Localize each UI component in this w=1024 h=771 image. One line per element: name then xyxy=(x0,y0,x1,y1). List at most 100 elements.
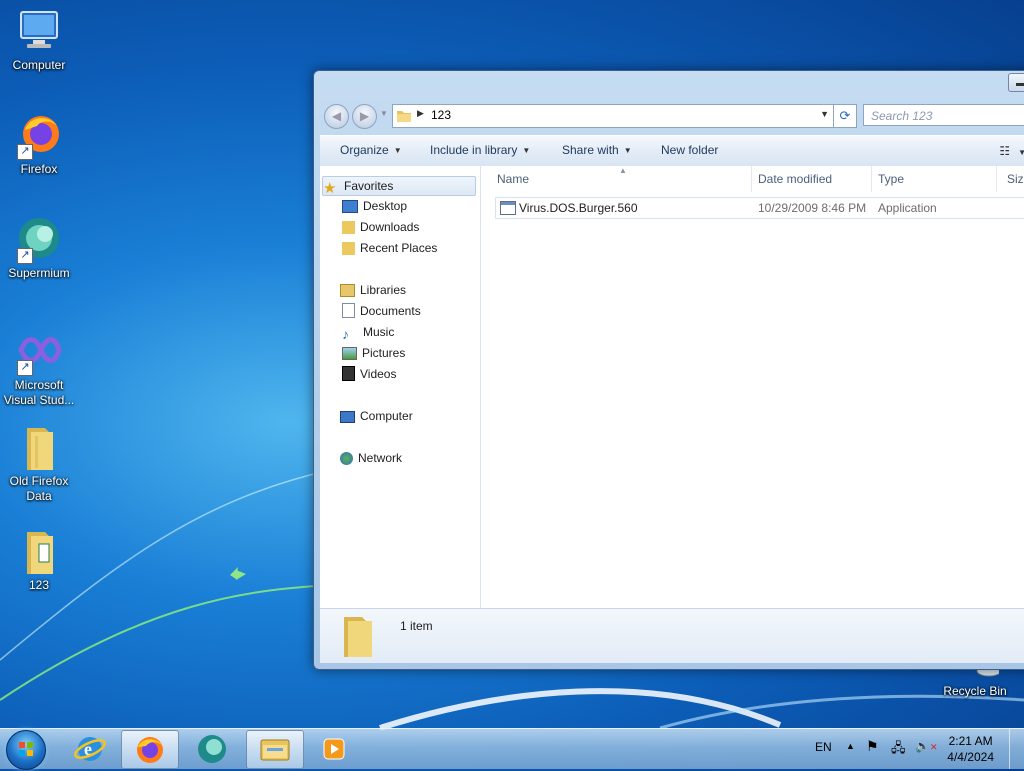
column-header-label: Size xyxy=(1007,172,1024,186)
recent-pages-dropdown-icon[interactable]: ▼ xyxy=(380,109,388,118)
folder-icon xyxy=(27,532,53,574)
column-header-size[interactable]: Size xyxy=(997,166,1024,192)
internet-explorer-icon: e xyxy=(74,737,106,761)
content-area: ★ Favorites Desktop Downloads Recent Plac… xyxy=(320,166,1024,609)
taskbar-windows-explorer[interactable] xyxy=(246,730,304,769)
chevron-down-icon: ▼ xyxy=(522,146,531,155)
nav-item-downloads[interactable]: Downloads xyxy=(342,218,419,236)
recent-places-icon xyxy=(342,242,355,255)
desktop-icon-label: Microsoft Visual Stud... xyxy=(3,378,75,407)
folder-icon xyxy=(344,617,372,657)
nav-item-desktop[interactable]: Desktop xyxy=(342,197,407,215)
network-status-icon[interactable]: 🖧 xyxy=(891,739,906,761)
minimize-button[interactable] xyxy=(1008,73,1024,92)
refresh-button[interactable]: ⟳ xyxy=(833,104,857,128)
column-header-name[interactable]: Name ▲ xyxy=(481,166,752,192)
file-type: Application xyxy=(878,201,937,215)
shortcut-arrow-icon: ↗ xyxy=(17,360,33,376)
change-view-button[interactable]: ☷ ▼ xyxy=(999,144,1024,158)
new-folder-button[interactable]: New folder xyxy=(661,143,718,157)
desktop-icon-visual-studio[interactable]: ↗ Microsoft Visual Stud... xyxy=(1,328,77,408)
taskbar: e EN ▲ ⚑ 🖧 🔈✕ 2:21 AM 4/4/2024 xyxy=(0,728,1024,770)
language-indicator[interactable]: EN xyxy=(815,740,832,754)
explorer-window[interactable]: ◀ ▶ ▼ ▶ 123 ▼ ⟳ Search 123 Organize ▼ Inc… xyxy=(313,70,1024,670)
file-list[interactable]: Name ▲ Date modified Type Size Virus.DOS… xyxy=(481,166,1024,609)
desktop-icon-label: 123 xyxy=(28,578,50,592)
nav-item-label: Documents xyxy=(360,304,421,318)
taskbar-internet-explorer[interactable]: e xyxy=(62,730,118,767)
file-row[interactable]: Virus.DOS.Burger.560 10/29/2009 8:46 PM … xyxy=(495,197,1024,219)
shortcut-arrow-icon: ↗ xyxy=(17,144,33,160)
desktop-icon-label: Old Firefox Data xyxy=(9,474,69,503)
music-icon: ♪ xyxy=(342,326,349,342)
nav-item-network[interactable]: Network xyxy=(340,449,402,467)
share-with-button[interactable]: Share with ▼ xyxy=(562,143,632,157)
clock-date: 4/4/2024 xyxy=(947,750,994,764)
start-button[interactable] xyxy=(6,730,46,770)
nav-item-pictures[interactable]: Pictures xyxy=(342,344,405,362)
videos-icon xyxy=(342,366,355,381)
desktop-icon-123[interactable]: 123 xyxy=(1,528,77,593)
volume-muted-icon[interactable]: 🔈✕ xyxy=(915,739,938,753)
nav-item-label: Pictures xyxy=(362,346,406,360)
desktop-icon-old-firefox-data[interactable]: Old Firefox Data xyxy=(1,424,77,504)
title-bar[interactable] xyxy=(314,71,1024,99)
sort-ascending-icon: ▲ xyxy=(619,166,627,175)
computer-icon xyxy=(340,411,355,423)
nav-item-libraries[interactable]: Libraries xyxy=(340,281,406,299)
chevron-down-icon: ▼ xyxy=(623,146,632,155)
desktop-icon-label: Supermium xyxy=(8,266,70,280)
action-center-flag-icon[interactable]: ⚑ xyxy=(866,738,879,755)
taskbar-firefox[interactable] xyxy=(121,730,179,769)
breadcrumb-separator-icon[interactable]: ▶ xyxy=(417,108,424,119)
taskbar-media-player[interactable] xyxy=(306,730,362,767)
forward-button[interactable]: ▶ xyxy=(352,104,377,129)
include-in-library-button[interactable]: Include in library ▼ xyxy=(430,143,530,157)
shortcut-arrow-icon: ↗ xyxy=(17,248,33,264)
computer-icon xyxy=(20,11,58,48)
supermium-icon xyxy=(198,735,226,763)
nav-item-documents[interactable]: Documents xyxy=(342,302,421,320)
nav-item-music[interactable]: ♪ Music xyxy=(342,323,394,341)
file-date-modified: 10/29/2009 8:46 PM xyxy=(758,201,867,215)
clock-time: 2:21 AM xyxy=(948,734,993,748)
taskbar-supermium[interactable] xyxy=(184,730,240,767)
nav-item-label: Computer xyxy=(360,409,413,423)
column-header-type[interactable]: Type xyxy=(872,166,997,192)
system-clock[interactable]: 2:21 AM 4/4/2024 xyxy=(947,733,994,765)
chevron-down-icon: ▼ xyxy=(1018,148,1024,157)
show-hidden-icons-button[interactable]: ▲ xyxy=(846,741,855,751)
address-dropdown-icon[interactable]: ▼ xyxy=(820,109,829,119)
details-pane: 1 item xyxy=(320,608,1024,663)
navigation-pane[interactable]: ★ Favorites Desktop Downloads Recent Plac… xyxy=(320,166,481,609)
show-desktop-button[interactable] xyxy=(1009,729,1024,769)
documents-icon xyxy=(342,303,355,318)
organize-label: Organize xyxy=(340,143,389,157)
desktop-icon-label: Recycle Bin xyxy=(943,684,1007,698)
nav-item-videos[interactable]: Videos xyxy=(342,365,396,383)
libraries-icon xyxy=(340,284,355,297)
navigation-bar: ◀ ▶ ▼ ▶ 123 ▼ ⟳ Search 123 xyxy=(322,103,1024,129)
breadcrumb-item[interactable]: 123 xyxy=(431,108,451,122)
desktop-icon-supermium[interactable]: ↗ Supermium xyxy=(1,216,77,281)
column-header-date-modified[interactable]: Date modified xyxy=(752,166,872,192)
nav-item-computer[interactable]: Computer xyxy=(340,407,413,425)
column-header-label: Date modified xyxy=(758,172,833,186)
organize-button[interactable]: Organize ▼ xyxy=(340,143,402,157)
desktop-icon-label: Computer xyxy=(12,58,66,72)
desktop-icon xyxy=(342,200,358,213)
desktop-icon-computer[interactable]: Computer xyxy=(1,8,77,73)
nav-item-label: Desktop xyxy=(363,199,408,213)
back-button[interactable]: ◀ xyxy=(324,104,349,129)
nav-item-label: Videos xyxy=(360,367,397,381)
nav-item-favorites[interactable]: ★ Favorites xyxy=(322,176,476,196)
nav-item-recent-places[interactable]: Recent Places xyxy=(342,239,437,257)
windows-explorer-icon xyxy=(260,739,290,761)
share-with-label: Share with xyxy=(562,143,619,157)
folder-icon xyxy=(27,428,53,470)
desktop-icon-firefox[interactable]: ↗ Firefox xyxy=(1,112,77,177)
address-bar[interactable]: ▶ 123 ▼ xyxy=(392,104,834,128)
nav-item-label: Downloads xyxy=(360,220,420,234)
search-input[interactable]: Search 123 xyxy=(863,104,1024,126)
item-count: 1 item xyxy=(400,619,433,633)
